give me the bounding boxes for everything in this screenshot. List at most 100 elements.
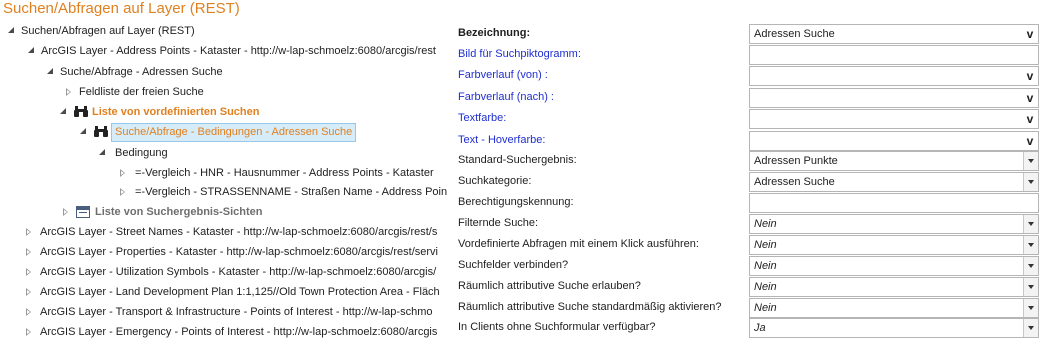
property-label: Standard-Suchergebnis: [458,154,577,166]
field-value: Adressen Punkte [754,155,838,167]
collapse-arrow-icon[interactable] [120,169,125,177]
layer-tree: Suchen/Abfragen auf Layer (REST) ArcGIS … [0,21,450,344]
collapse-arrow-icon[interactable] [120,188,125,196]
property-label[interactable]: Farbverlauf (von) : [458,69,548,81]
collapse-arrow-icon[interactable] [66,88,71,96]
property-row-bezeichnung: Bezeichnung: Adressen Suche v [457,24,1045,45]
chevron-down-icon[interactable] [1023,257,1038,275]
field-value: Adressen Suche [754,28,835,40]
field-value: Nein [754,302,777,314]
property-row-join-fields: Suchfelder verbinden? Nein [457,256,1045,277]
tree-item-label: Suchen/Abfragen auf Layer (REST) [21,25,195,37]
collapse-arrow-icon[interactable] [26,268,31,276]
property-label: Filternde Suche: [458,217,539,229]
property-row-hover-color: Text - Hoverfarbe: v [457,131,1045,152]
property-label[interactable]: Bild für Suchpiktogramm: [458,48,581,60]
expand-arrow-icon[interactable] [99,149,105,155]
property-label[interactable]: Farbverlauf (nach) : [458,91,554,103]
tree-item-label: Suche/Abfrage - Adressen Suche [60,66,223,78]
collapse-arrow-icon[interactable] [26,288,31,296]
tree-item-label: Bedingung [115,147,168,159]
expand-arrow-icon[interactable] [60,108,66,114]
chevron-down-icon[interactable] [1023,319,1038,337]
property-label: Suchkategorie: [458,175,532,187]
property-label: Berechtigungskennung: [458,196,574,208]
tree-item-label: ArcGIS Layer - Address Points - Kataster… [41,45,436,57]
value-picker-button[interactable]: v [1022,67,1038,85]
collapse-arrow-icon[interactable] [63,208,68,216]
filter-search-select[interactable]: Nein [749,214,1039,234]
property-row-gradient-to: Farbverlauf (nach) : v [457,88,1045,109]
expand-arrow-icon[interactable] [28,47,34,53]
tree-item-label: Suche/Abfrage - Bedingungen - Adressen S… [111,123,357,142]
property-label: Suchfelder verbinden? [458,259,569,271]
property-row-icon: Bild für Suchpiktogramm: [457,45,1045,66]
field-value: Nein [754,281,777,293]
name-field[interactable]: Adressen Suche v [749,24,1039,44]
chevron-down-icon[interactable] [1023,152,1038,170]
property-row-category: Suchkategorie: Adressen Suche [457,172,1045,193]
property-label: Vordefinierte Abfragen mit einem Klick a… [458,238,699,250]
field-value: Ja [754,322,766,334]
spatial-default-select[interactable]: Nein [749,298,1039,318]
gradient-from-field[interactable]: v [749,66,1039,86]
gradient-to-field[interactable]: v [749,88,1039,108]
value-picker-button[interactable]: v [1022,89,1038,107]
collapse-arrow-icon[interactable] [26,328,31,336]
property-label: Bezeichnung: [458,27,531,39]
default-result-select[interactable]: Adressen Punkte [749,151,1039,171]
property-row-permission: Berechtigungskennung: [457,193,1045,214]
tree-item-label: ArcGIS Layer - Street Names - Kataster -… [40,226,438,238]
chevron-down-icon[interactable] [1023,299,1038,317]
property-row-filter-search: Filternde Suche: Nein [457,214,1045,235]
property-label: Räumlich attributive Suche erlauben? [458,280,641,292]
tree-item-label: ArcGIS Layer - Utilization Symbols - Kat… [40,266,437,278]
binoculars-icon [94,126,108,137]
value-picker-button[interactable]: v [1022,25,1038,43]
property-label[interactable]: Text - Hoverfarbe: [458,134,545,146]
collapse-arrow-icon[interactable] [26,308,31,316]
tree-item-label: Feldliste der freien Suche [79,86,204,98]
value-picker-button[interactable]: v [1022,132,1038,150]
property-row-default-result: Standard-Suchergebnis: Adressen Punkte [457,151,1045,172]
tree-item-label: Liste von Suchergebnis-Sichten [95,206,263,218]
tree-item-label: ArcGIS Layer - Transport & Infrastructur… [40,306,433,318]
one-click-select[interactable]: Nein [749,235,1039,255]
join-fields-select[interactable]: Nein [749,256,1039,276]
chevron-down-icon[interactable] [1023,278,1038,296]
category-select[interactable]: Adressen Suche [749,172,1039,192]
property-label[interactable]: Textfarbe: [458,112,506,124]
permission-field[interactable] [749,193,1039,213]
expand-arrow-icon[interactable] [47,68,53,74]
tree-item-label: =-Vergleich - HNR - Hausnummer - Address… [135,167,434,179]
icon-image-field[interactable] [749,45,1039,65]
tree-item-label: =-Vergleich - STRASSENNAME - Straßen Nam… [135,186,448,198]
collapse-arrow-icon[interactable] [26,228,31,236]
property-row-clients-available: In Clients ohne Suchformular verfügbar? … [457,318,1045,339]
field-value: Adressen Suche [754,176,835,188]
tree-item-label: ArcGIS Layer - Emergency - Points of Int… [40,326,438,338]
property-label: In Clients ohne Suchformular verfügbar? [458,321,656,333]
value-picker-button[interactable]: v [1022,110,1038,128]
tree-item-label: ArcGIS Layer - Land Development Plan 1:1… [40,286,440,298]
spatial-allow-select[interactable]: Nein [749,277,1039,297]
chevron-down-icon[interactable] [1023,215,1038,233]
text-color-field[interactable]: v [749,109,1039,129]
property-row-gradient-from: Farbverlauf (von) : v [457,66,1045,87]
collapse-arrow-icon[interactable] [26,248,31,256]
expand-arrow-icon[interactable] [80,128,86,134]
list-view-icon [76,206,90,218]
property-row-spatial-allow: Räumlich attributive Suche erlauben? Nei… [457,277,1045,298]
tree-item-label: Liste von vordefinierten Suchen [92,106,260,118]
chevron-down-icon[interactable] [1023,236,1038,254]
field-value: Nein [754,260,777,272]
field-value: Nein [754,239,777,251]
page-title: Suchen/Abfragen auf Layer (REST) [3,0,240,17]
chevron-down-icon[interactable] [1023,173,1038,191]
tree-item-label: ArcGIS Layer - Properties - Kataster - h… [40,246,438,258]
hover-color-field[interactable]: v [749,131,1039,151]
binoculars-icon [74,106,88,117]
clients-available-select[interactable]: Ja [749,318,1039,338]
expand-arrow-icon[interactable] [8,27,14,33]
property-row-one-click: Vordefinierte Abfragen mit einem Klick a… [457,235,1045,256]
